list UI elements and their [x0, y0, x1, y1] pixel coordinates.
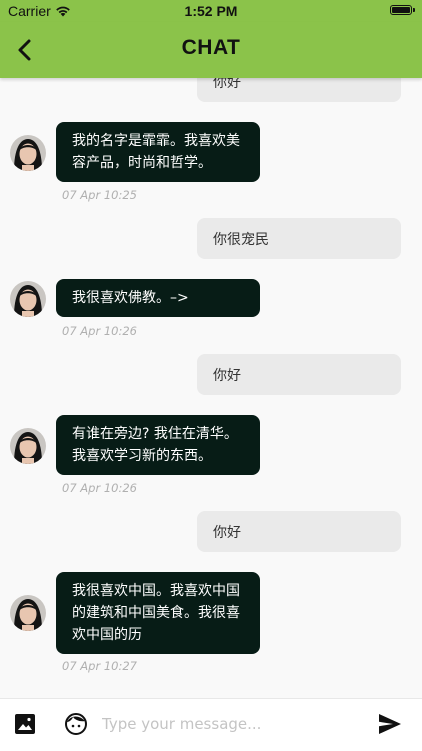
avatar-image	[10, 428, 46, 464]
incoming-message: 我很喜欢中国。我喜欢中国 的建筑和中国美食。我很喜 欢中国的历	[56, 572, 260, 654]
message-line: 的建筑和中国美食。我很喜	[72, 605, 240, 621]
avatar[interactable]	[10, 428, 46, 464]
avatar[interactable]	[10, 135, 46, 171]
outgoing-message: 你好	[197, 511, 401, 552]
page-title: CHAT	[181, 36, 241, 59]
message-timestamp: 07 Apr 10:26	[62, 324, 137, 338]
avatar-image	[10, 595, 46, 631]
avatar[interactable]	[10, 281, 46, 317]
outgoing-message: 你很宠民	[197, 218, 401, 259]
status-time: 1:52 PM	[184, 3, 238, 19]
message-text: 你好	[213, 524, 241, 541]
message-timestamp: 07 Apr 10:25	[62, 188, 137, 202]
avatar[interactable]	[10, 595, 46, 631]
image-icon[interactable]	[14, 713, 36, 735]
message-line: 欢中国的历	[72, 627, 142, 643]
message-composer	[0, 698, 422, 751]
message-text: 你好	[213, 78, 241, 91]
face-icon[interactable]	[64, 712, 88, 736]
message-text: 你好	[213, 367, 241, 384]
message-line: 有谁在旁边? 我住在清华。	[72, 426, 238, 442]
message-input[interactable]	[102, 709, 357, 739]
battery-icon	[390, 5, 415, 15]
incoming-message: 我很喜欢佛教。–>	[56, 279, 260, 317]
avatar-image	[10, 135, 46, 171]
avatar-image	[10, 281, 46, 317]
message-timestamp: 07 Apr 10:26	[62, 481, 137, 495]
message-line: 我很喜欢中国。我喜欢中国	[72, 583, 240, 599]
send-icon[interactable]	[378, 713, 402, 735]
app-header: CHAT	[0, 22, 422, 78]
outgoing-message: 你好	[197, 354, 401, 395]
message-line: 我的名字是霏霏。我喜欢美	[72, 133, 240, 149]
outgoing-message: 你好	[197, 78, 401, 102]
incoming-message: 我的名字是霏霏。我喜欢美 容产品，时尚和哲学。	[56, 122, 260, 182]
message-line: 容产品，时尚和哲学。	[72, 155, 212, 171]
message-line: 我喜欢学习新的东西。	[72, 448, 212, 464]
status-bar: Carrier 1:52 PM	[0, 0, 422, 22]
message-text: 你很宠民	[213, 231, 269, 248]
message-list[interactable]: 你好 我的名字是霏霏。我喜欢美 容产品，时尚和哲学。 07 Apr 10:25 …	[0, 78, 422, 698]
incoming-message: 有谁在旁边? 我住在清华。 我喜欢学习新的东西。	[56, 415, 260, 475]
message-line: 我很喜欢佛教。–>	[72, 290, 189, 306]
message-timestamp: 07 Apr 10:27	[62, 659, 137, 673]
